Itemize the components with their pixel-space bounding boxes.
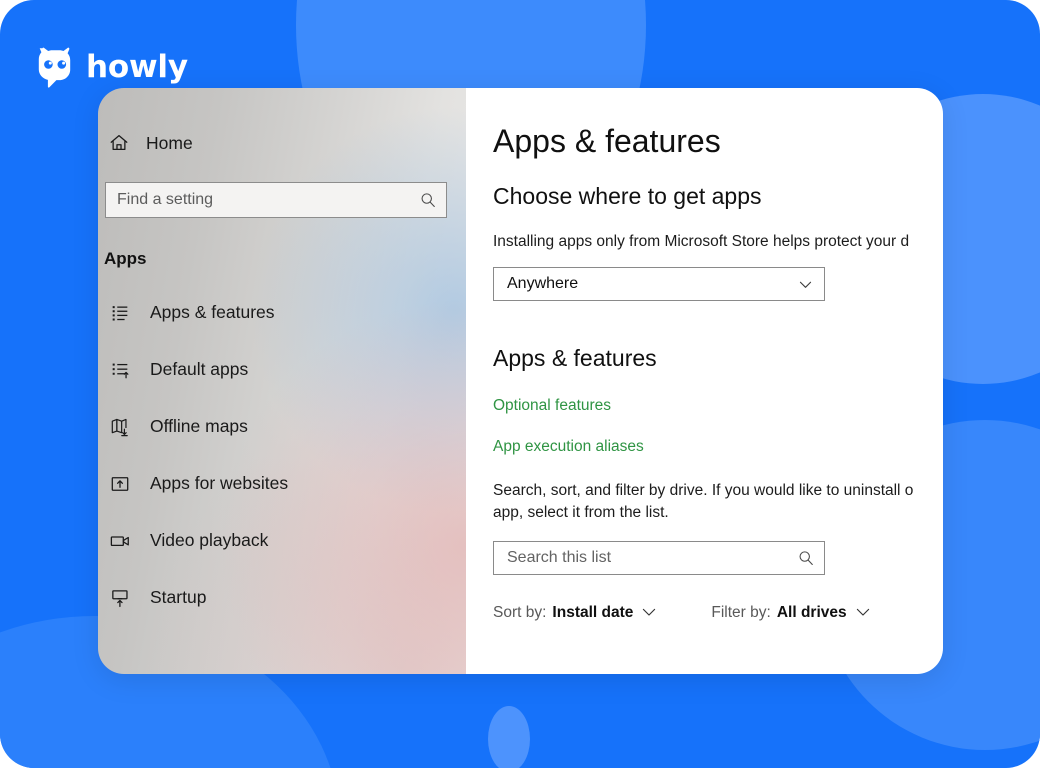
apps-list-description-line2: app, select it from the list. (493, 503, 669, 521)
sidebar-item-label: Offline maps (150, 416, 248, 436)
sidebar-item-label: Video playback (150, 530, 269, 550)
brand-logo: howly (36, 45, 188, 89)
sidebar-item-label: Startup (150, 587, 207, 607)
choose-where-heading: Choose where to get apps (493, 183, 762, 210)
optional-features-link[interactable]: Optional features (493, 397, 611, 415)
search-icon (799, 551, 813, 565)
settings-window: Home Find a setting Apps Apps & features… (98, 88, 943, 674)
monitor-arrow-up-icon (112, 589, 128, 607)
sidebar-item-video-playback[interactable]: Video playback (98, 519, 466, 562)
filter-by-value: All drives (776, 603, 847, 621)
find-a-setting-input[interactable]: Find a setting (105, 182, 447, 218)
sidebar-item-default-apps[interactable]: Default apps (98, 348, 466, 391)
video-camera-icon (110, 535, 129, 546)
sidebar-item-apps-for-websites[interactable]: Apps for websites (98, 462, 466, 505)
search-this-list-input[interactable]: Search this list (493, 540, 825, 575)
settings-sidebar: Home Find a setting Apps Apps & features… (98, 88, 466, 674)
sidebar-item-label: Apps for websites (150, 473, 289, 493)
app-execution-aliases-link[interactable]: App execution aliases (493, 438, 644, 456)
owl-logo-icon (38, 47, 71, 88)
sidebar-home-label: Home (146, 132, 193, 153)
chevron-down-icon (856, 608, 869, 616)
sidebar-item-home[interactable]: Home (98, 126, 466, 160)
brand-name: howly (86, 48, 188, 85)
sort-by-label: Sort by: (493, 603, 547, 621)
sidebar-item-apps-features[interactable]: Apps & features (98, 291, 466, 334)
chevron-down-icon (799, 281, 812, 288)
search-this-list-placeholder: Search this list (507, 548, 612, 566)
choose-where-description: Installing apps only from Microsoft Stor… (493, 233, 910, 251)
filter-by-label: Filter by: (711, 603, 771, 621)
home-icon (110, 135, 128, 151)
sort-by-chevron (639, 604, 657, 620)
sidebar-item-offline-maps[interactable]: Offline maps (98, 405, 466, 448)
sidebar-item-label: Default apps (150, 359, 249, 379)
sidebar-item-label: Apps & features (150, 302, 275, 322)
list-arrow-icon (112, 363, 129, 378)
settings-content: Apps & features Choose where to get apps… (466, 88, 943, 674)
map-download-icon (111, 418, 128, 436)
apps-list-description-line1: Search, sort, and filter by drive. If yo… (493, 481, 914, 499)
get-apps-source-dropdown[interactable]: Anywhere (493, 267, 825, 302)
sort-by-value: Install date (552, 603, 634, 621)
filter-by-dropdown[interactable]: Filter by: All drives (711, 601, 870, 622)
window-arrow-up-icon (111, 476, 129, 491)
page-title: Apps & features (493, 123, 721, 159)
list-bullets-icon (112, 305, 128, 321)
chevron-down-icon (643, 608, 656, 616)
sort-by-dropdown[interactable]: Sort by: Install date (493, 601, 657, 622)
apps-features-heading: Apps & features (493, 345, 657, 372)
search-icon (421, 193, 435, 208)
background-blob-bottom-dot (488, 706, 530, 768)
sidebar-item-startup[interactable]: Startup (98, 576, 466, 619)
sidebar-section-title: Apps (104, 249, 147, 268)
get-apps-source-value: Anywhere (507, 275, 579, 293)
filter-by-chevron (853, 604, 871, 620)
sidebar-nav: Apps & features Default apps Offline map… (98, 291, 466, 619)
list-filters-row: Sort by: Install date Filter by: All dri… (493, 601, 943, 622)
screenshot-root: howly Home Find a setting Apps Apps & fe… (0, 0, 1040, 768)
find-a-setting-placeholder: Find a setting (117, 191, 214, 208)
